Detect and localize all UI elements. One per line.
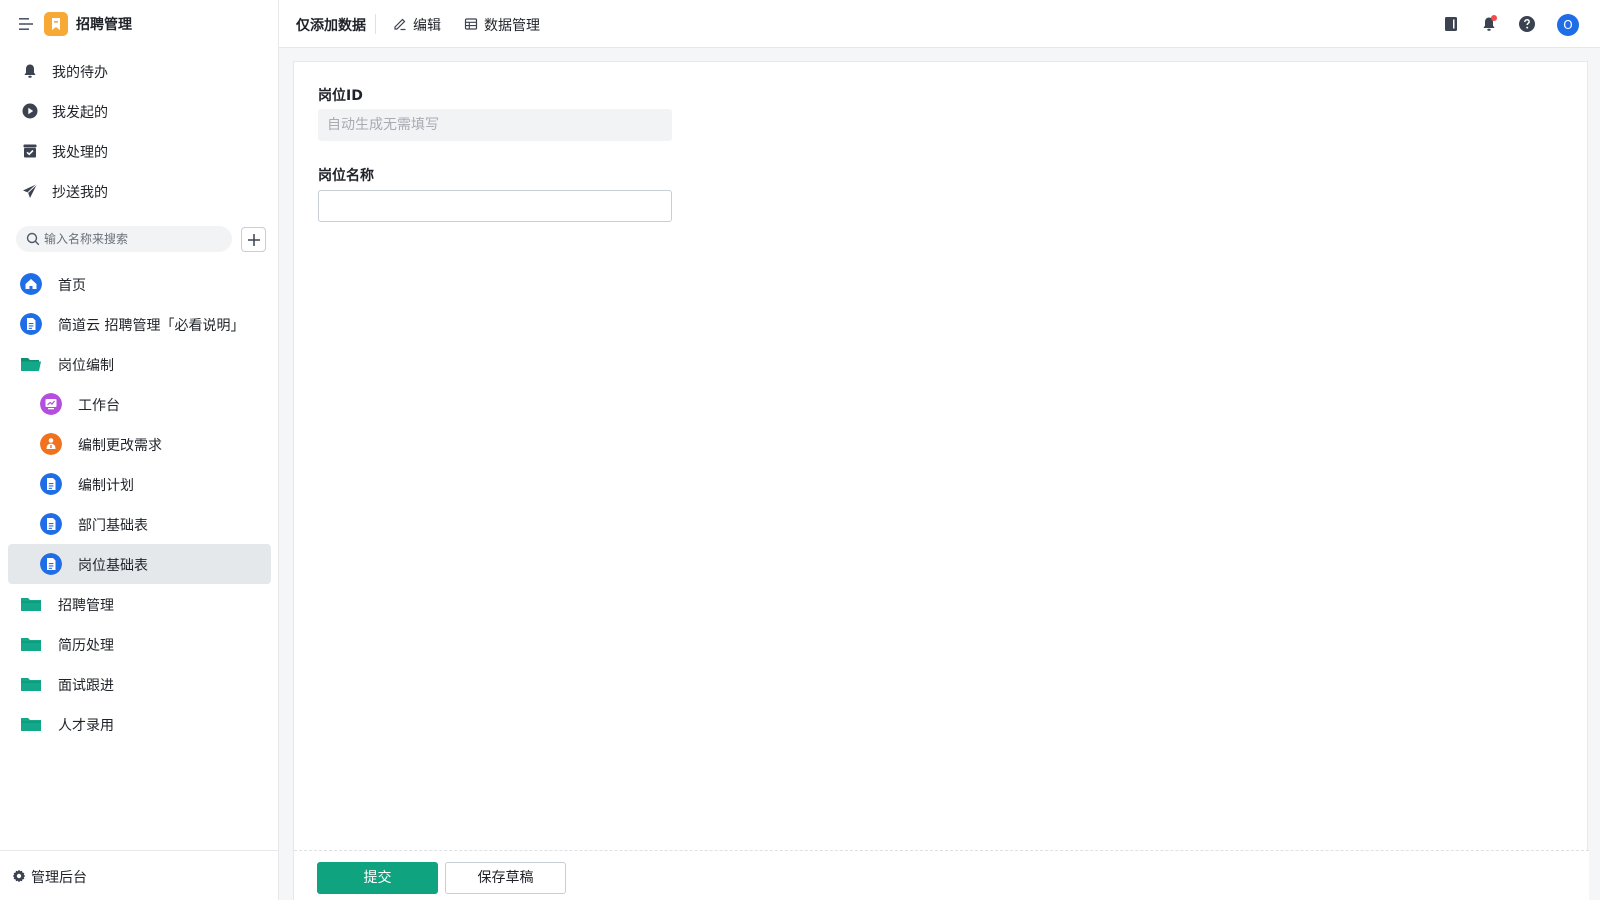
folder-icon: [21, 678, 41, 691]
nav-item-position-table[interactable]: 岗位基础表: [8, 544, 271, 584]
quick-nav-handled[interactable]: 我处理的: [8, 133, 271, 169]
nav-item-label: 简历处理: [58, 638, 114, 654]
home-icon: [20, 273, 42, 295]
user-avatar[interactable]: O: [1557, 14, 1579, 36]
search-icon: [26, 232, 40, 246]
gear-icon: [12, 869, 26, 883]
nav-item-label: 岗位编制: [58, 358, 114, 374]
plus-icon: [248, 234, 260, 246]
nav-item-workbench[interactable]: 工作台: [8, 384, 271, 424]
nav-item-staffing-change[interactable]: 编制更改需求: [8, 424, 271, 464]
folder-icon: [21, 718, 41, 731]
nav-item-guide[interactable]: 简道云 招聘管理「必看说明」: [8, 304, 271, 344]
nav-group-hiring[interactable]: 人才录用: [8, 704, 271, 744]
nav-group-position-staffing[interactable]: 岗位编制: [8, 344, 271, 384]
nav-item-staffing-plan[interactable]: 编制计划: [8, 464, 271, 504]
help-icon[interactable]: [1518, 15, 1536, 33]
sidebar-header: 招聘管理: [0, 0, 279, 48]
nav-group-recruitment[interactable]: 招聘管理: [8, 584, 271, 624]
edit-button[interactable]: 编辑: [393, 14, 443, 34]
edit-label: 编辑: [413, 18, 441, 34]
add-item-button[interactable]: [241, 227, 266, 252]
paper-plane-icon: [23, 183, 38, 198]
notification-dot: [1491, 15, 1497, 21]
document-icon: [40, 473, 62, 495]
topbar: 仅添加数据 编辑 数据管理 O: [279, 0, 1600, 48]
nav-item-label: 首页: [58, 278, 86, 294]
document-icon: [40, 513, 62, 535]
quick-nav-label: 抄送我的: [52, 185, 108, 201]
quick-nav-cc[interactable]: 抄送我的: [8, 173, 271, 209]
quick-nav-my-todo[interactable]: 我的待办: [8, 53, 271, 89]
dashboard-icon: [40, 393, 62, 415]
nav-item-label: 人才录用: [58, 718, 114, 734]
position-name-label: 岗位名称: [318, 168, 374, 184]
nav-item-home[interactable]: 首页: [8, 264, 271, 304]
person-flow-icon: [40, 433, 62, 455]
nav-item-label: 招聘管理: [58, 598, 114, 614]
pencil-icon: [394, 18, 406, 31]
nav-item-label: 面试跟进: [58, 678, 114, 694]
document-icon: [40, 553, 62, 575]
nav-item-label: 岗位基础表: [78, 558, 148, 574]
position-name-input[interactable]: [318, 190, 672, 222]
form-footer: 提交 保存草稿: [294, 850, 1589, 900]
folder-icon: [21, 598, 41, 611]
folder-icon: [21, 638, 41, 651]
play-circle-icon: [22, 103, 38, 119]
nav-item-label: 编制计划: [78, 478, 134, 494]
position-id-label: 岗位ID: [318, 88, 363, 104]
quick-nav-label: 我处理的: [52, 145, 108, 161]
app-logo: [44, 12, 68, 36]
position-id-input: [318, 109, 672, 141]
nav-group-interview[interactable]: 面试跟进: [8, 664, 271, 704]
toolbar-divider: [375, 14, 376, 34]
inbox-check-icon: [23, 144, 37, 158]
app-root: 招聘管理 我的待办 我发起的 我处理的 抄送我的 输入名称来搜索 首页 简道云 …: [0, 0, 1600, 900]
nav-item-label: 简道云 招聘管理「必看说明」: [58, 318, 245, 334]
save-draft-button[interactable]: 保存草稿: [445, 862, 566, 894]
quick-nav-label: 我发起的: [52, 105, 108, 121]
form-card: 岗位ID 岗位名称 提交 保存草稿: [293, 61, 1589, 900]
quick-nav-label: 我的待办: [52, 65, 108, 81]
table-icon: [464, 18, 478, 30]
bookmark-icon: [52, 18, 60, 30]
nav-group-resume[interactable]: 简历处理: [8, 624, 271, 664]
notebook-icon[interactable]: [1442, 15, 1460, 33]
nav-item-label: 编制更改需求: [78, 438, 162, 454]
sidebar: 招聘管理 我的待办 我发起的 我处理的 抄送我的 输入名称来搜索 首页 简道云 …: [0, 0, 279, 900]
page-title: 仅添加数据: [296, 18, 366, 34]
app-name: 招聘管理: [76, 17, 132, 33]
admin-console-label: 管理后台: [31, 870, 87, 886]
notification-button[interactable]: [1480, 15, 1498, 33]
nav-item-label: 部门基础表: [78, 518, 148, 534]
nav-item-department-table[interactable]: 部门基础表: [8, 504, 271, 544]
bell-icon: [24, 64, 36, 78]
search-input[interactable]: [44, 229, 224, 249]
data-management-label: 数据管理: [484, 18, 540, 34]
data-management-button[interactable]: 数据管理: [464, 14, 544, 34]
submit-button[interactable]: 提交: [317, 862, 438, 894]
quick-nav-initiated[interactable]: 我发起的: [8, 93, 271, 129]
folder-open-icon: [21, 358, 41, 371]
nav-item-label: 工作台: [78, 398, 120, 414]
sidebar-footer: 管理后台: [0, 850, 279, 900]
menu-collapse-icon[interactable]: [18, 16, 34, 32]
document-icon: [20, 313, 42, 335]
sidebar-search: [16, 226, 232, 252]
